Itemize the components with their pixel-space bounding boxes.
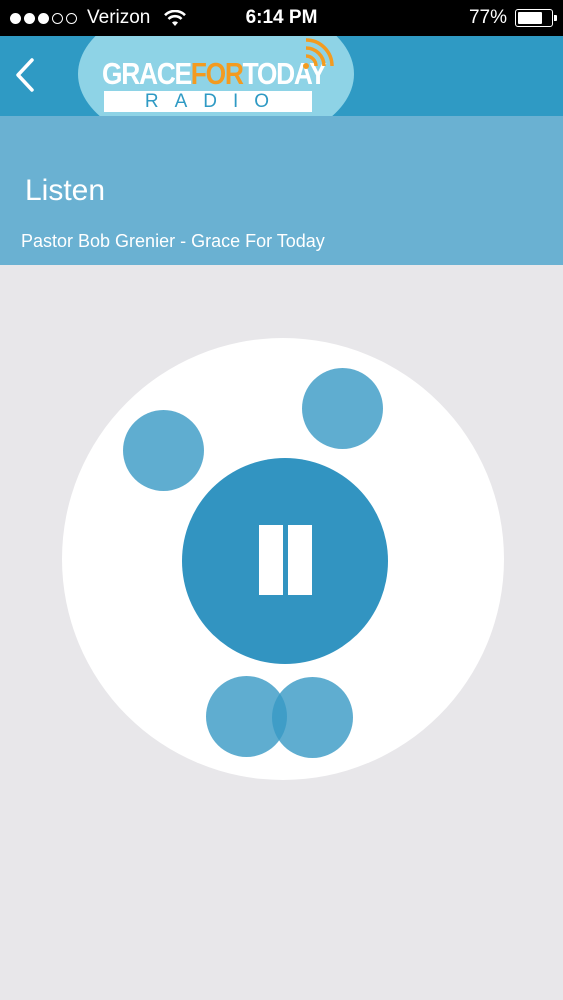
visualizer-bubble <box>272 677 353 758</box>
pause-button[interactable] <box>182 458 388 664</box>
logo-radio-label: RADIO <box>104 91 312 112</box>
broadcast-waves-icon <box>303 38 334 69</box>
chevron-left-icon <box>16 58 34 92</box>
nav-bar: GRACEFORTODAY RADIO <box>0 36 563 116</box>
visualizer-bubble <box>123 410 204 491</box>
page-header: Listen Pastor Bob Grenier - Grace For To… <box>0 116 563 265</box>
status-bar: Verizon 6:14 PM 77% <box>0 0 563 36</box>
now-playing-subtitle: Pastor Bob Grenier - Grace For Today <box>21 231 325 251</box>
pause-icon <box>288 525 312 595</box>
visualizer-bubble <box>302 368 383 449</box>
station-logo: GRACEFORTODAY <box>102 56 327 91</box>
pause-icon <box>259 525 283 595</box>
logo-word-for: FOR <box>190 56 244 91</box>
battery-percent: 77% <box>468 7 507 28</box>
back-button[interactable] <box>8 50 48 100</box>
logo-word-grace: GRACE <box>102 56 192 91</box>
battery-icon <box>515 9 557 27</box>
page-title: Listen <box>25 174 106 207</box>
status-right: 77% <box>468 7 557 29</box>
